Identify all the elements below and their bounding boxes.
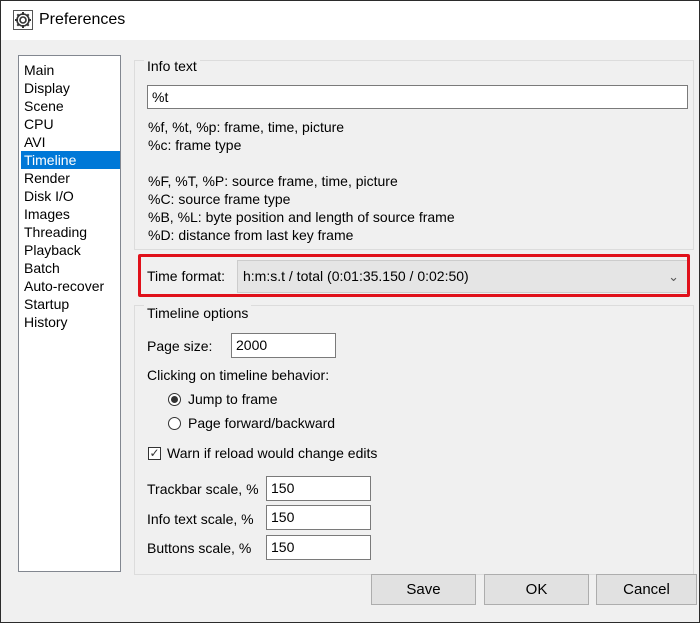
save-button[interactable]: Save bbox=[371, 574, 476, 605]
buttons-scale-label: Buttons scale, % bbox=[147, 540, 252, 556]
page-forward-backward-label[interactable]: Page forward/backward bbox=[188, 415, 335, 431]
info-help-line-7: %D: distance from last key frame bbox=[148, 227, 354, 243]
info-text-scale-input[interactable]: 150 bbox=[266, 505, 371, 530]
info-help-line-1: %f, %t, %p: frame, time, picture bbox=[148, 119, 345, 135]
trackbar-scale-input[interactable]: 150 bbox=[266, 476, 371, 501]
page-size-input[interactable]: 2000 bbox=[231, 333, 336, 358]
info-help-line-4: %F, %T, %P: source frame, time, picture bbox=[148, 173, 398, 189]
trackbar-scale-label: Trackbar scale, % bbox=[147, 481, 259, 497]
info-text-input[interactable]: %t bbox=[147, 85, 688, 109]
nav-item-history[interactable]: History bbox=[21, 313, 120, 331]
nav-item-images[interactable]: Images bbox=[21, 205, 120, 223]
time-format-highlight bbox=[138, 254, 690, 297]
nav-item-main[interactable]: Main bbox=[21, 61, 120, 79]
nav-item-timeline[interactable]: Timeline bbox=[21, 151, 120, 169]
timeline-options-group-label: Timeline options bbox=[144, 305, 252, 321]
jump-to-frame-label[interactable]: Jump to frame bbox=[188, 391, 277, 407]
buttons-scale-input[interactable]: 150 bbox=[266, 535, 371, 560]
nav-item-cpu[interactable]: CPU bbox=[21, 115, 120, 133]
info-help-line-5: %C: source frame type bbox=[148, 191, 291, 207]
category-list[interactable]: Main Display Scene CPU AVI Timeline Rend… bbox=[18, 55, 121, 572]
client-area: Main Display Scene CPU AVI Timeline Rend… bbox=[1, 40, 699, 622]
nav-item-disk-io[interactable]: Disk I/O bbox=[21, 187, 120, 205]
nav-item-render[interactable]: Render bbox=[21, 169, 120, 187]
info-text-scale-label: Info text scale, % bbox=[147, 511, 254, 527]
ok-button[interactable]: OK bbox=[484, 574, 589, 605]
cancel-button[interactable]: Cancel bbox=[596, 574, 697, 605]
click-behavior-label: Clicking on timeline behavior: bbox=[147, 367, 330, 383]
timeline-options-group bbox=[134, 305, 694, 575]
page-size-label: Page size: bbox=[147, 338, 213, 354]
nav-item-display[interactable]: Display bbox=[21, 79, 120, 97]
warn-reload-checkbox[interactable]: ✓ bbox=[148, 447, 161, 460]
window-title: Preferences bbox=[39, 11, 126, 28]
preferences-window: Preferences Main Display Scene CPU AVI T… bbox=[0, 0, 700, 623]
nav-item-playback[interactable]: Playback bbox=[21, 241, 120, 259]
info-help-line-2: %c: frame type bbox=[148, 137, 242, 153]
jump-to-frame-radio[interactable] bbox=[168, 393, 181, 406]
nav-item-threading[interactable]: Threading bbox=[21, 223, 120, 241]
page-forward-backward-radio[interactable] bbox=[168, 417, 181, 430]
gear-icon bbox=[13, 10, 33, 30]
nav-item-startup[interactable]: Startup bbox=[21, 295, 120, 313]
warn-reload-label[interactable]: Warn if reload would change edits bbox=[167, 445, 377, 461]
title-bar[interactable]: Preferences bbox=[1, 1, 699, 40]
nav-item-scene[interactable]: Scene bbox=[21, 97, 120, 115]
nav-item-batch[interactable]: Batch bbox=[21, 259, 120, 277]
nav-item-auto-recover[interactable]: Auto-recover bbox=[21, 277, 120, 295]
info-text-group-label: Info text bbox=[144, 58, 200, 74]
nav-item-avi[interactable]: AVI bbox=[21, 133, 120, 151]
info-help-line-6: %B, %L: byte position and length of sour… bbox=[148, 209, 455, 225]
